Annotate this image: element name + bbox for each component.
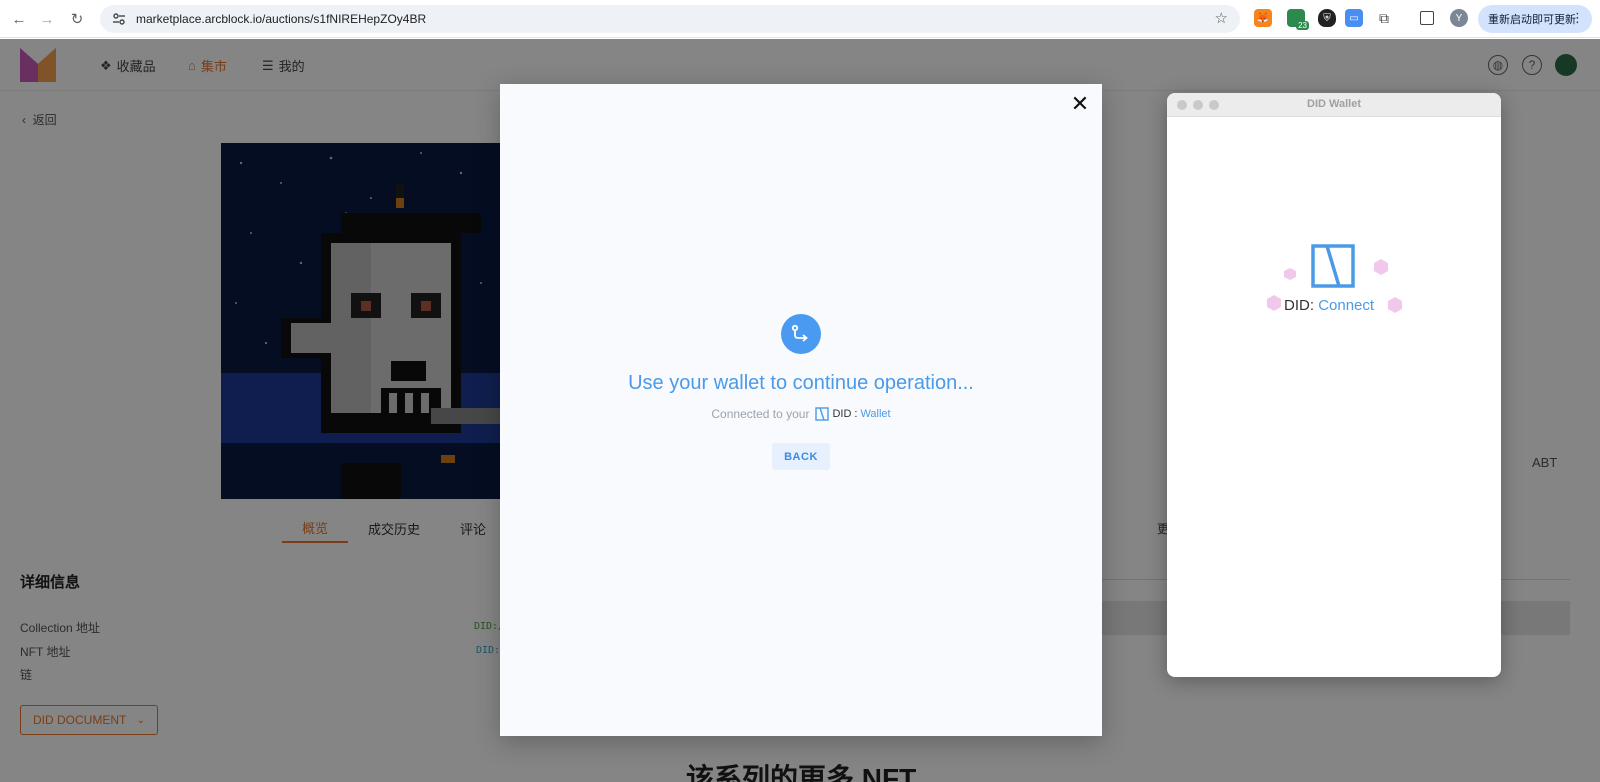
back-button[interactable]: BACK — [772, 443, 830, 470]
site-info-icon[interactable] — [110, 10, 128, 28]
wallet-text: Wallet — [860, 408, 891, 420]
did-connect-wordmark: DID: Connect — [1284, 297, 1375, 314]
route-connect-icon — [781, 314, 821, 354]
did-connect-graphic-icon — [1267, 244, 1402, 313]
did-connect-did-text: DID — [1284, 297, 1310, 314]
wallet-connect-dialog: ✕ Use your wallet to continue operation.… — [500, 84, 1102, 736]
shield-extension-icon[interactable]: ⛨ — [1318, 9, 1336, 27]
metamask-extension-icon[interactable]: 🦊 — [1254, 9, 1272, 27]
update-label: 重新启动即可更新 — [1488, 14, 1576, 26]
dialog-heading: Use your wallet to continue operation... — [628, 372, 974, 394]
reload-icon[interactable]: ↻ — [64, 6, 90, 32]
profile-avatar[interactable]: Y — [1450, 9, 1468, 27]
url-text: marketplace.arcblock.io/auctions/s1fNIRE… — [136, 12, 427, 26]
dialog-body: Use your wallet to continue operation...… — [500, 314, 1102, 470]
extension-icon[interactable]: 23 — [1287, 9, 1309, 30]
did-wallet-logo-icon — [815, 407, 830, 421]
address-bar[interactable]: marketplace.arcblock.io/auctions/s1fNIRE… — [100, 5, 1240, 33]
did-wallet-window: DID Wallet DID: Connect — [1167, 93, 1501, 677]
window-extension-icon[interactable]: ▭ — [1345, 9, 1363, 27]
close-icon[interactable]: ✕ — [1070, 93, 1090, 115]
did-connect-logo: DID: Connect — [1262, 243, 1412, 333]
wallet-titlebar: DID Wallet — [1167, 93, 1501, 117]
relaunch-update-button[interactable]: 重新启动即可更新 ⋮ — [1478, 5, 1592, 33]
did-wallet-brand: DID: Wallet — [815, 407, 891, 421]
did-connect-connect-text: Connect — [1318, 297, 1375, 314]
back-arrow-icon[interactable]: ← — [6, 6, 32, 32]
extension-badge: 23 — [1296, 21, 1309, 30]
puzzle-extensions-icon[interactable]: ⧉ — [1375, 9, 1393, 27]
wallet-window-title: DID Wallet — [1307, 98, 1361, 110]
more-menu-icon[interactable]: ⋮ — [1571, 10, 1584, 26]
forward-arrow-icon[interactable]: → — [34, 6, 60, 32]
browser-toolbar: ← → ↻ marketplace.arcblock.io/auctions/s… — [0, 0, 1600, 38]
connected-text: Connected to your — [711, 407, 810, 421]
bookmark-star-icon[interactable]: ☆ — [1215, 9, 1228, 27]
connected-info: Connected to your DID: Wallet — [500, 407, 1102, 421]
did-text: DID — [832, 408, 852, 420]
side-panel-icon[interactable] — [1420, 11, 1434, 25]
